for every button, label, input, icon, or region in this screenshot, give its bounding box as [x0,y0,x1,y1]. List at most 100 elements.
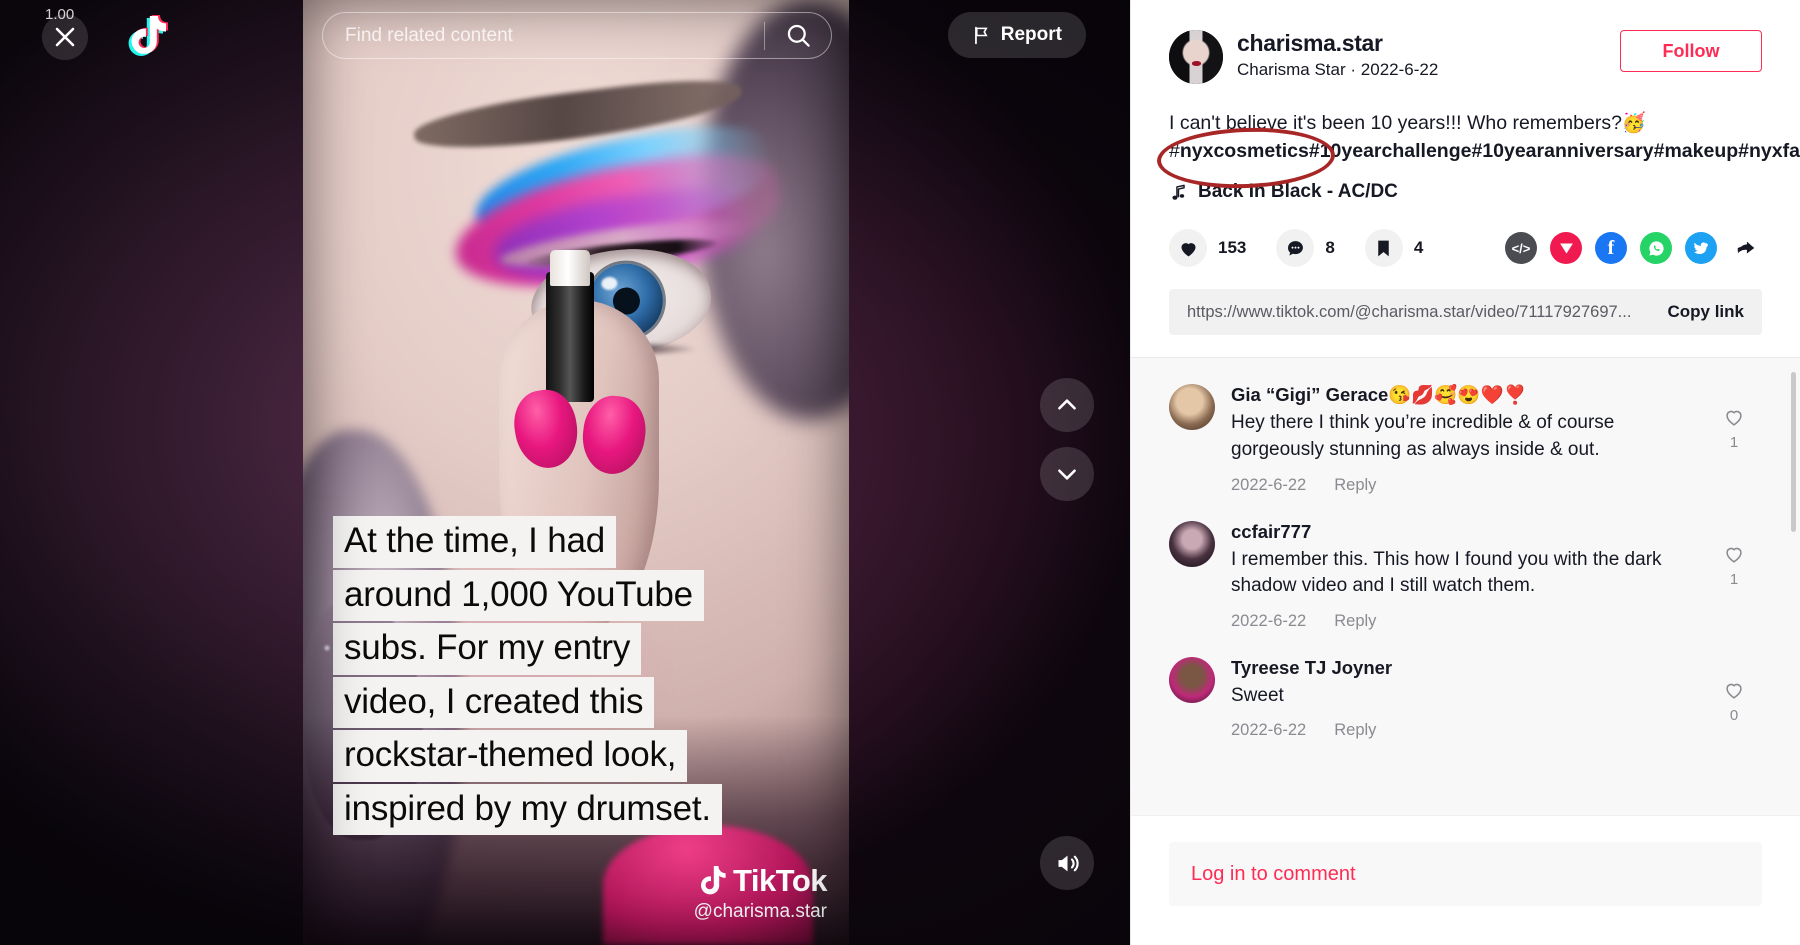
comment-footer: 2022-6-22 Reply [1231,612,1690,631]
comment-like[interactable]: 1 [1706,521,1762,631]
bookmark-count: 4 [1413,238,1424,258]
caption: I can't believe it's been 10 years!!! Wh… [1156,110,1800,192]
comment-like-count: 1 [1729,434,1739,452]
bookmark-stat[interactable]: 4 [1364,229,1424,268]
lipstick-tube [546,272,594,402]
embed-glyph: </> [1511,240,1531,256]
video-subtitles: At the time, I had around 1,000 YouTube … [303,516,849,835]
comments-scrollbar[interactable] [1791,372,1796,533]
comment-count: 8 [1325,238,1335,258]
video-player[interactable]: At the time, I had around 1,000 YouTube … [303,0,849,945]
video-stage: At the time, I had around 1,000 YouTube … [0,0,1130,945]
related-content-search[interactable] [322,12,832,59]
comment-date: 2022-6-22 [1231,611,1307,630]
whatsapp-icon[interactable] [1640,232,1672,265]
comment-like-count: 0 [1729,706,1739,724]
comment-like-count: 1 [1729,570,1739,588]
watermark-brand: TikTok [732,863,828,898]
commenter-name[interactable]: Tyreese TJ Joyner [1231,657,1690,679]
report-label: Report [1000,24,1062,45]
bookmark-icon [1378,240,1390,257]
commenter-avatar[interactable] [1169,656,1215,703]
volume-button[interactable] [1040,836,1094,890]
tiktok-note-icon [700,866,726,895]
share-icons: </> f [1505,232,1762,265]
search-input[interactable] [323,24,764,47]
heart-outline-icon [1726,547,1742,563]
close-icon [55,27,75,47]
tiktok-video-page: At the time, I had around 1,000 YouTube … [0,0,1800,945]
comment-like[interactable]: 0 [1706,657,1762,741]
comment-item: Tyreese TJ Joyner Sweet 2022-6-22 Reply … [1169,656,1762,741]
comments-section[interactable]: Gia “Gigi” Gerace😘💋🥰😍❤️❣️ Hey there I th… [1131,357,1800,815]
comment-text: I remember this. This how I found you wi… [1231,548,1662,597]
caption-hashtags[interactable]: nyxcosmetics#10yearchallenge#10yearanniv… [1180,140,1800,162]
comments-list: Gia “Gigi” Gerace😘💋🥰😍❤️❣️ Hey there I th… [1131,358,1800,776]
comment-date: 2022-6-22 [1231,721,1307,740]
video-url[interactable]: https://www.tiktok.com/@charisma.star/vi… [1187,303,1667,322]
comment-like[interactable]: 1 [1706,384,1762,494]
embed-code-icon[interactable]: </> [1505,232,1537,265]
comment-button[interactable] [1276,229,1315,268]
report-button[interactable]: Report [947,12,1086,58]
login-to-comment-button[interactable]: Log in to comment [1169,842,1762,906]
follow-button[interactable]: Follow [1620,30,1762,72]
commenter-name[interactable]: ccfair777 [1231,521,1690,543]
comment-item: ccfair777 I remember this. This how I fo… [1169,520,1762,631]
login-bar: Log in to comment [1131,815,1800,945]
like-button[interactable] [1169,229,1207,268]
chevron-down-icon [1058,469,1076,480]
comment-bubble-icon [1287,241,1303,256]
share-arrow-icon[interactable] [1730,232,1762,264]
lipstick-tip [550,250,590,286]
comment-text: Sweet [1231,684,1284,706]
volume-on-icon [1058,855,1079,871]
bookmark-button[interactable] [1364,229,1403,268]
reply-button[interactable]: Reply [1334,721,1376,740]
comment-footer: 2022-6-22 Reply [1231,476,1690,495]
comment-stat[interactable]: 8 [1276,229,1335,268]
heart-outline-icon [1726,683,1742,699]
subtitle-line: video, I created this [333,676,655,728]
like-stat[interactable]: 153 [1169,229,1246,268]
comment-text: Hey there I think you’re incredible & of… [1231,412,1615,460]
avatar[interactable] [1169,30,1223,84]
copy-link-button[interactable]: Copy link [1667,302,1744,322]
author-display-name: Charisma Star [1237,60,1346,79]
music-row[interactable]: Back In Black - AC/DC [1169,181,1762,203]
reply-button[interactable]: Reply [1334,476,1376,495]
comment-date: 2022-6-22 [1231,475,1307,494]
search-icon [787,24,810,47]
author-row: charisma.star Charisma Star · 2022-6-22 … [1169,30,1762,84]
music-note-icon [1172,184,1185,200]
share-send-icon[interactable] [1550,232,1582,265]
next-video-button[interactable] [1040,447,1094,501]
heart-outline-icon [1726,411,1742,427]
subtitle-line: At the time, I had [333,516,616,568]
chevron-up-icon [1058,399,1076,410]
twitter-icon[interactable] [1685,232,1717,265]
commenter-avatar[interactable] [1169,520,1215,567]
playback-speed-badge: 1.00 [45,6,75,23]
author-names: charisma.star Charisma Star · 2022-6-22 [1237,30,1606,80]
stats-row: 153 8 4 </> f [1169,229,1762,268]
previous-video-button[interactable] [1040,378,1094,432]
separator: · [1350,60,1357,79]
search-button[interactable] [765,22,831,49]
subtitle-line: subs. For my entry [333,623,642,675]
copy-link-row: https://www.tiktok.com/@charisma.star/vi… [1169,289,1762,336]
facebook-icon[interactable]: f [1595,232,1627,265]
heart-icon [1181,243,1195,257]
facebook-glyph: f [1607,237,1615,260]
reply-button[interactable]: Reply [1334,612,1376,631]
commenter-name[interactable]: Gia “Gigi” Gerace😘💋🥰😍❤️❣️ [1231,384,1690,406]
flag-icon [974,26,988,44]
music-title: Back In Black - AC/DC [1198,181,1398,203]
author-handle[interactable]: charisma.star [1237,30,1606,57]
tiktok-logo-button[interactable] [124,10,176,62]
subtitle-line: around 1,000 YouTube [333,569,704,621]
commenter-avatar[interactable] [1169,384,1215,431]
eye-glint [600,276,618,291]
subtitle-line: inspired by my drumset. [333,783,722,835]
author-meta: Charisma Star · 2022-6-22 [1237,60,1606,80]
